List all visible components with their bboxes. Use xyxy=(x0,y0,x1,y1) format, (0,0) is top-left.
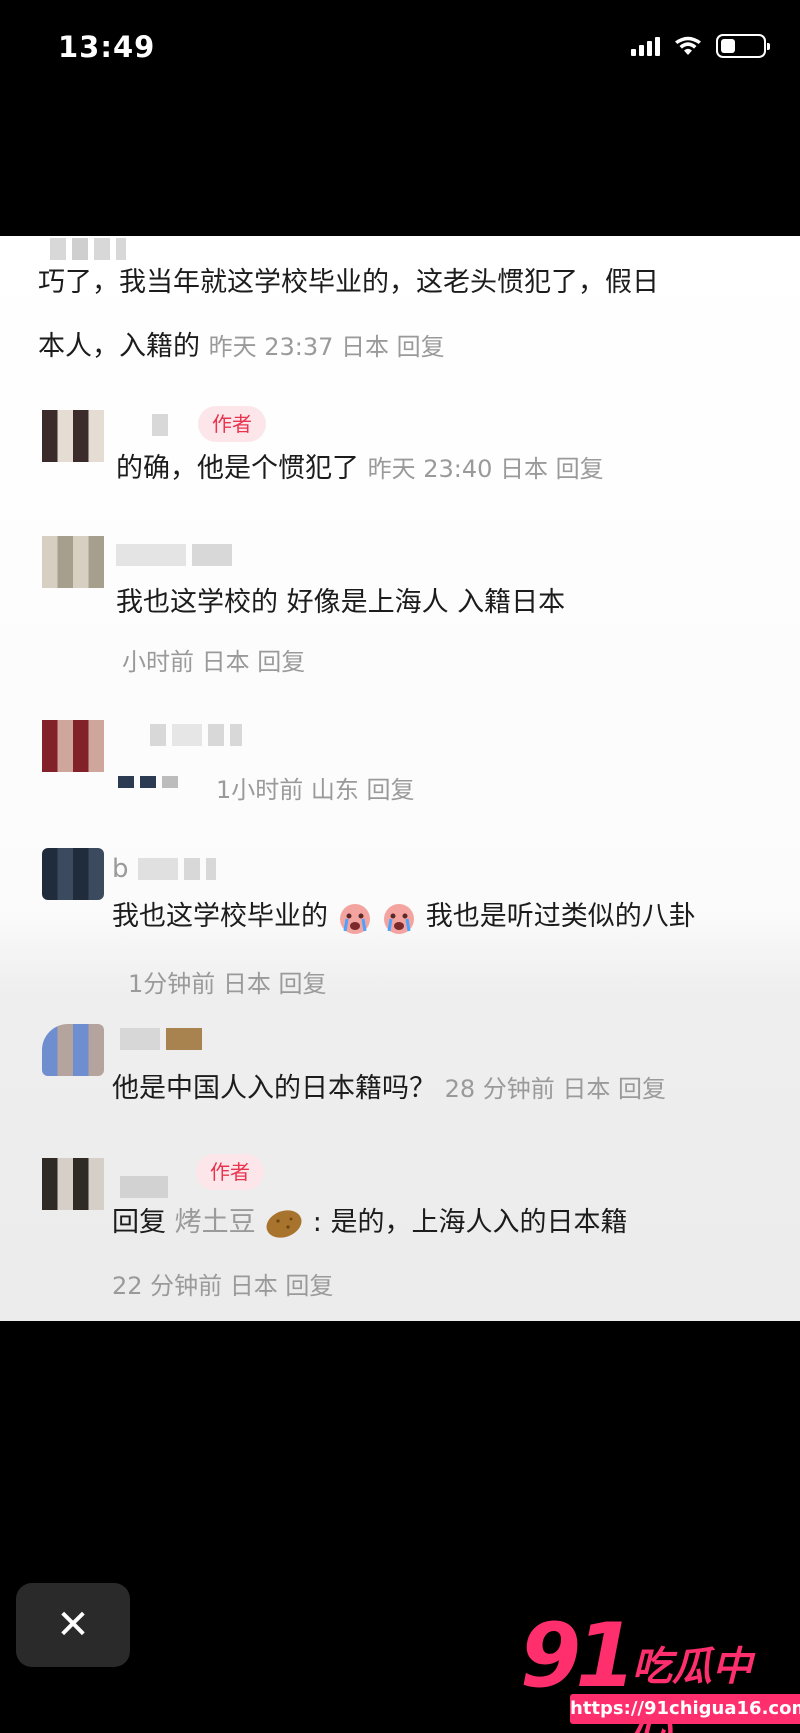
blurred-username xyxy=(152,414,168,438)
status-time: 13:49 xyxy=(58,30,156,64)
comment-text: 我也这学校的 好像是上海人 入籍日本 xyxy=(116,587,566,618)
blurred-username xyxy=(150,724,242,748)
crying-face-icon xyxy=(339,903,370,934)
watermark-url: https://91chigua16.com xyxy=(570,1694,800,1724)
blurred-username xyxy=(116,544,232,568)
comment-meta[interactable]: 1小时前 山东 回复 xyxy=(216,770,415,805)
comment-text: 的确，他是个惯犯了 xyxy=(116,453,359,484)
author-badge: 作者 xyxy=(198,406,266,442)
crying-face-icon xyxy=(384,903,415,934)
avatar[interactable] xyxy=(42,848,104,900)
blurred-text xyxy=(118,776,178,800)
comment-text-line: 回复 烤土豆 : 是的，上海人入的日本籍 xyxy=(112,1198,627,1248)
potato-icon xyxy=(266,1209,302,1238)
username: b xyxy=(112,854,129,884)
comment-text-continued: 我也是听过类似的八卦 xyxy=(425,901,696,932)
comment-text: 他是中国人入的日本籍吗？ xyxy=(112,1073,436,1104)
reply-to-username[interactable]: 烤土豆 xyxy=(175,1207,256,1238)
avatar[interactable] xyxy=(42,720,104,772)
battery-icon xyxy=(716,34,770,58)
comment-text-line: 我也这学校毕业的 我也是听过类似的八卦 xyxy=(112,892,696,942)
close-icon: ✕ xyxy=(56,1602,90,1648)
comment-meta[interactable]: 昨天 23:37 日本 回复 xyxy=(209,333,445,361)
comment-text-line: 的确，他是个惯犯了 昨天 23:40 日本 回复 xyxy=(116,444,604,494)
comment-meta[interactable]: 22 分钟前 日本 回复 xyxy=(112,1266,333,1301)
comment-text: 我也这学校毕业的 xyxy=(112,901,328,932)
comment-text-line: 他是中国人入的日本籍吗？ 28 分钟前 日本 回复 xyxy=(112,1064,666,1114)
comment-text-line2: 本人，入籍的 昨天 23:37 日本 回复 xyxy=(38,322,445,372)
comment-text: : 是的，上海人入的日本籍 xyxy=(312,1207,628,1238)
watermark-logo: 91 吃瓜中心 https://91chigua16.com xyxy=(520,1604,800,1733)
blurred-username xyxy=(138,858,216,882)
close-button[interactable]: ✕ xyxy=(16,1583,130,1667)
wifi-icon xyxy=(675,36,701,55)
comment-text-continued: 本人，入籍的 xyxy=(38,331,200,362)
blurred-username xyxy=(120,1176,168,1200)
cellular-signal-icon xyxy=(631,36,660,56)
comment-meta[interactable]: 小时前 日本 回复 xyxy=(122,642,305,677)
comment-text: 巧了，我当年就这学校毕业的，这老头惯犯了，假日 xyxy=(38,267,659,298)
avatar[interactable] xyxy=(42,536,104,588)
comment-meta[interactable]: 1分钟前 日本 回复 xyxy=(128,964,327,999)
reply-prefix: 回复 xyxy=(112,1207,166,1238)
watermark-number: 91 xyxy=(520,1604,636,1707)
comment-meta[interactable]: 昨天 23:40 日本 回复 xyxy=(368,455,604,483)
status-icons xyxy=(631,34,770,58)
avatar[interactable] xyxy=(42,1024,104,1076)
blurred-username xyxy=(120,1028,202,1052)
avatar[interactable] xyxy=(42,1158,104,1210)
avatar[interactable] xyxy=(42,410,104,462)
comment-panel: 巧了，我当年就这学校毕业的，这老头惯犯了，假日 本人，入籍的 昨天 23:37 … xyxy=(0,236,800,1321)
status-bar: 13:49 xyxy=(0,0,800,100)
author-badge: 作者 xyxy=(196,1154,264,1190)
comment-meta[interactable]: 28 分钟前 日本 回复 xyxy=(445,1075,666,1103)
